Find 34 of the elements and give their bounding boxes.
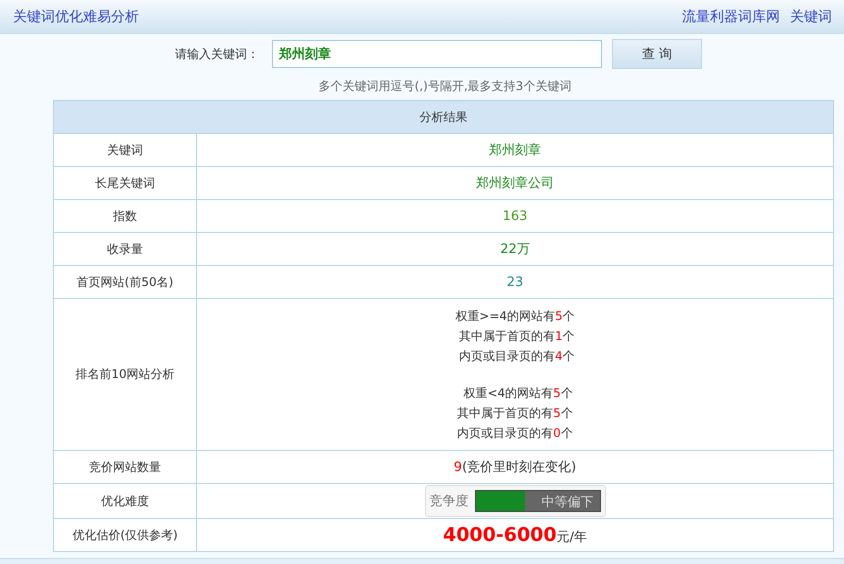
analysis-line: 权重>=4的网站有5个 (455, 308, 575, 325)
analysis-line: 内页或目录页的有4个 (459, 348, 575, 365)
header-link[interactable]: 流量利器词库网 (682, 8, 780, 26)
bid-note: (竞价里时刻在变化) (462, 460, 576, 475)
row-value: 郑州刻章 (196, 134, 834, 166)
row-value: 23 (196, 266, 834, 298)
analysis-line: 其中属于首页的有5个 (457, 405, 573, 422)
table-header: 分析结果 (54, 100, 834, 134)
row-label: 排名前10网站分析 (54, 298, 196, 450)
row-value: 郑州刻章公司 (196, 166, 834, 200)
query-button[interactable]: 查 询 (612, 39, 702, 69)
row-label: 关键词 (54, 134, 196, 166)
price-unit: 元/年 (556, 530, 588, 545)
price-value: 4000-6000 (442, 524, 557, 546)
page-title: 关键词优化难易分析 (13, 8, 139, 26)
meter-label: 竞争度 (430, 493, 468, 510)
row-label: 首页网站(前50名) (54, 266, 196, 298)
hint-text: 多个关键词用逗号(,)号隔开,最多支持3个关键词 (318, 78, 572, 94)
meter-reading: 中等偏下 (542, 494, 594, 511)
field-label: 请输入关键词： (175, 46, 260, 62)
row-label: 指数 (54, 200, 196, 232)
row-label: 长尾关键词 (54, 166, 196, 200)
analysis-line: 其中属于首页的有1个 (459, 328, 575, 345)
analysis-line: 权重<4的网站有5个 (463, 385, 573, 402)
row-value: 163 (196, 200, 834, 232)
bid-count: 9 (454, 460, 462, 475)
analysis-line: 内页或目录页的有0个 (457, 425, 573, 442)
row-label: 优化估价(仅供参考) (54, 518, 196, 552)
header-link[interactable]: 关键词 (790, 8, 832, 26)
row-label: 竞价网站数量 (54, 450, 196, 484)
row-value: 22万 (196, 232, 834, 266)
row-label: 优化难度 (54, 484, 196, 518)
keyword-input[interactable]: 郑州刻章 (272, 40, 602, 68)
row-label: 收录量 (54, 232, 196, 266)
